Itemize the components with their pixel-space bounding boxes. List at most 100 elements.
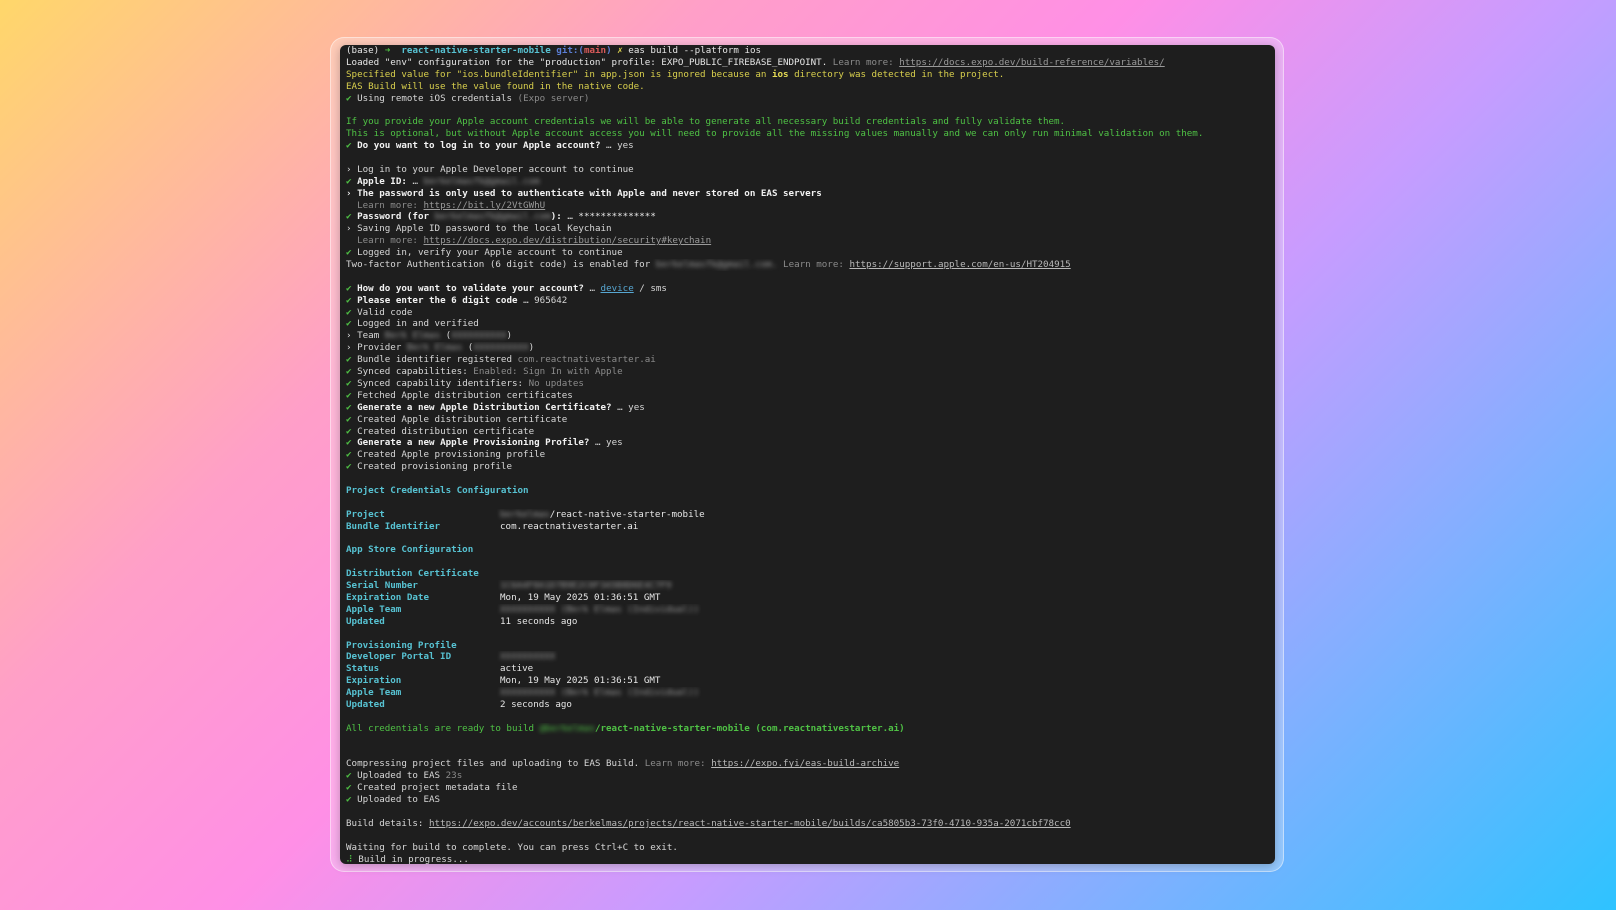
git-branch: main xyxy=(583,45,607,56)
credential-row: Developer Portal ID XXXXXXXXXX xyxy=(346,651,556,663)
credential-row: Apple Team XXXXXXXXXX (Berk Elmas (Indivi… xyxy=(346,687,700,699)
credential-row: Serial Number 1C6A4F8A1D7B9E2C0F3A5B8D6E4… xyxy=(346,580,672,592)
check-icon: ✔ xyxy=(346,354,352,366)
log-line: ✔ Uploaded to EAS 23s xyxy=(346,770,463,782)
log-line: ✔ Generate a new Apple Provisioning Prof… xyxy=(346,437,623,449)
check-icon: ✔ xyxy=(346,401,352,413)
info-line: If you provide your Apple account creden… xyxy=(346,116,1066,128)
log-line: ✔ Do you want to log in to your Apple ac… xyxy=(346,140,634,152)
password-info-link[interactable]: https://bit.ly/2VtGWhU xyxy=(423,200,545,211)
log-line: Loaded "env" configuration for the "prod… xyxy=(346,56,1165,68)
check-icon: ✔ xyxy=(346,437,352,449)
log-line: ✔ Fetched Apple distribution certificate… xyxy=(346,389,573,401)
credential-row: Expiration Date Mon, 19 May 2025 01:36:51… xyxy=(346,591,661,603)
log-line: ✔ Generate a new Apple Distribution Cert… xyxy=(346,401,645,413)
check-icon: ✔ xyxy=(346,770,352,782)
check-icon: ✔ xyxy=(346,366,352,378)
check-icon: ✔ xyxy=(346,413,352,425)
build-details-link[interactable]: https://expo.dev/accounts/berkelmas/proj… xyxy=(429,818,1071,829)
log-line: ✔ Created project metadata file xyxy=(346,782,518,794)
keychain-docs-link[interactable]: https://docs.expo.dev/distribution/secur… xyxy=(423,235,711,246)
check-icon: ✔ xyxy=(346,389,352,401)
redacted-email: berkelmasfk@gmail.com xyxy=(423,175,540,187)
log-line: ✔ Logged in, verify your Apple account t… xyxy=(346,247,623,259)
env-docs-link[interactable]: https://docs.expo.dev/build-reference/va… xyxy=(899,57,1165,68)
spinner-icon: ⠼ xyxy=(346,853,353,864)
prompt-dir: react-native-starter-mobile xyxy=(401,45,551,56)
log-line: Waiting for build to complete. You can p… xyxy=(346,841,678,853)
check-icon: ✔ xyxy=(346,140,352,152)
log-line: ✔ Synced capabilities: Enabled: Sign In … xyxy=(346,366,623,378)
check-icon: ✔ xyxy=(346,794,352,806)
log-line: › The password is only used to authentic… xyxy=(346,187,822,199)
log-line: ✔ Valid code xyxy=(346,306,413,318)
ready-line: All credentials are ready to build @berk… xyxy=(346,722,905,734)
log-line: Build details: https://expo.dev/accounts… xyxy=(346,817,1071,829)
redacted-email: berkelmasfk@gmail.com. xyxy=(655,259,778,271)
check-icon: ✔ xyxy=(346,211,352,223)
credential-row: Project berkelmas/react-native-starter-mo… xyxy=(346,508,705,520)
credential-row: Updated 2 seconds ago xyxy=(346,698,572,710)
log-line: ✔ Created provisioning profile xyxy=(346,461,512,473)
log-line: ✔ How do you want to validate your accou… xyxy=(346,282,667,294)
log-line: Learn more: https://docs.expo.dev/distri… xyxy=(357,235,712,247)
command-text: eas build --platform ios xyxy=(628,45,762,56)
build-archive-link[interactable]: https://expo.fyi/eas-build-archive xyxy=(711,758,899,769)
credential-row: Status active xyxy=(346,663,534,675)
credential-row: Apple Team XXXXXXXXXX (Berk Elmas (Indivi… xyxy=(346,603,700,615)
log-line: › Saving Apple ID password to the local … xyxy=(346,223,612,235)
check-icon: ✔ xyxy=(346,449,352,461)
credentials-heading: Project Credentials Configuration xyxy=(346,484,529,496)
check-icon: ✔ xyxy=(346,247,352,259)
terminal-output: (base) ➜ react-native-starter-mobile git… xyxy=(346,45,1269,864)
warning-line: Specified value for "ios.bundleIdentifie… xyxy=(346,68,1005,80)
check-icon: ✔ xyxy=(346,282,352,294)
log-line: ✔ Using remote iOS credentials (Expo ser… xyxy=(346,92,590,104)
check-icon: ✔ xyxy=(346,377,352,389)
redacted-email: berkelmasfk@gmail.com xyxy=(434,211,551,223)
prompt-arrow-icon: ➜ xyxy=(384,45,391,56)
log-line: ✔ Created Apple distribution certificate xyxy=(346,413,568,425)
log-line: Two-factor Authentication (6 digit code)… xyxy=(346,259,1071,271)
log-line: ✔ Synced capability identifiers: No upda… xyxy=(346,377,584,389)
log-line: ✔ Apple ID: … berkelmasfk@gmail.com xyxy=(346,175,540,187)
chevron-right-icon: › xyxy=(346,187,352,199)
credential-row: Bundle Identifier com.reactnativestarter.… xyxy=(346,520,639,532)
appstore-heading: App Store Configuration xyxy=(346,544,474,556)
chevron-right-icon: › xyxy=(346,330,352,342)
log-line: › Log in to your Apple Developer account… xyxy=(346,163,634,175)
dirty-x-icon: ✗ xyxy=(617,45,623,56)
check-icon: ✔ xyxy=(346,782,352,794)
info-line: This is optional, but without Apple acco… xyxy=(346,128,1204,140)
credential-row: Expiration Mon, 19 May 2025 01:36:51 GMT xyxy=(346,675,661,687)
chevron-right-icon: › xyxy=(346,163,352,175)
terminal-window[interactable]: (base) ➜ react-native-starter-mobile git… xyxy=(340,45,1275,864)
apple-support-link[interactable]: https://support.apple.com/en-us/HT204915 xyxy=(849,259,1070,270)
warning-line: EAS Build will use the value found in th… xyxy=(346,80,645,92)
check-icon: ✔ xyxy=(346,306,352,318)
check-icon: ✔ xyxy=(346,175,352,187)
device-option[interactable]: device xyxy=(601,283,634,294)
check-icon: ✔ xyxy=(346,461,352,473)
log-line: ✔ Logged in and verified xyxy=(346,318,479,330)
log-line: ✔ Uploaded to EAS xyxy=(346,794,441,806)
log-line: Compressing project files and uploading … xyxy=(346,758,900,770)
log-line: ✔ Please enter the 6 digit code … 965642 xyxy=(346,294,568,306)
check-icon: ✔ xyxy=(346,318,352,330)
log-line: ✔ Password (for berkelmasfk@gmail.com): … xyxy=(346,211,656,223)
dist-cert-heading: Distribution Certificate xyxy=(346,568,479,580)
check-icon: ✔ xyxy=(346,425,352,437)
log-line: ✔ Bundle identifier registered com.react… xyxy=(346,354,656,366)
